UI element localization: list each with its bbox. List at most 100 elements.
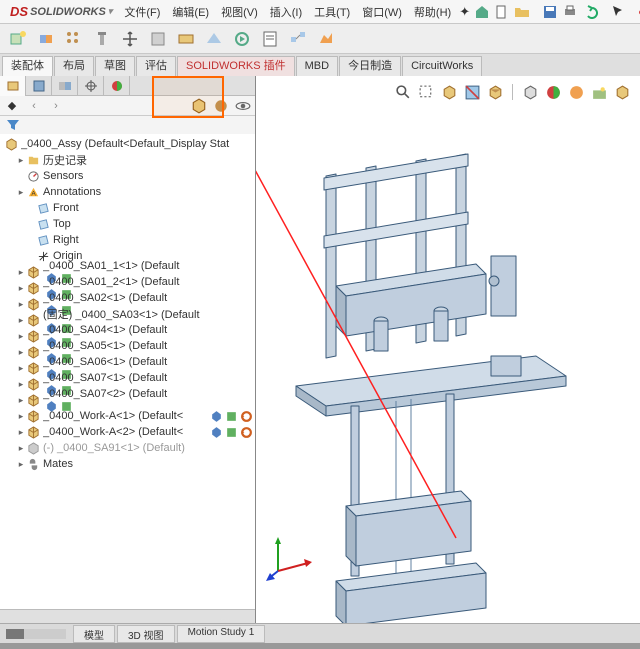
fm-back-icon[interactable]: ◆	[4, 98, 20, 114]
menu-file[interactable]: 文件(F)	[118, 1, 166, 23]
zoom-area-icon[interactable]	[416, 82, 436, 102]
tab-layout[interactable]: 布局	[54, 56, 94, 76]
expand-icon[interactable]: ▸	[16, 299, 26, 310]
trail-icon[interactable]	[210, 426, 223, 439]
mate-icon[interactable]	[34, 27, 58, 51]
fm-cube-icon[interactable]	[191, 98, 207, 114]
orientation-triad[interactable]	[266, 533, 316, 583]
tab-evaluate[interactable]: 评估	[136, 56, 176, 76]
expand-icon[interactable]: ▸	[16, 187, 26, 198]
fm-nav-right-icon[interactable]: ›	[48, 98, 64, 114]
tree-item[interactable]: Front	[4, 200, 255, 216]
plane-icon	[36, 217, 51, 231]
menu-insert[interactable]: 插入(I)	[264, 1, 308, 23]
tree-item[interactable]: Top	[4, 216, 255, 232]
expand-icon[interactable]: ▸	[16, 331, 26, 342]
view-orient-icon[interactable]	[485, 82, 505, 102]
fm-tab-property[interactable]	[26, 76, 52, 96]
expand-icon[interactable]: ▸	[16, 315, 26, 326]
fm-tab-dim[interactable]	[78, 76, 104, 96]
menu-help[interactable]: 帮助(H)	[408, 1, 457, 23]
open-icon[interactable]	[514, 3, 530, 21]
undo-icon[interactable]	[582, 3, 598, 21]
fm-cube2-icon[interactable]	[213, 98, 229, 114]
timeline-scrub[interactable]	[6, 629, 66, 639]
prev-view-icon[interactable]	[439, 82, 459, 102]
fm-tab-display[interactable]	[104, 76, 130, 96]
tree-part-item[interactable]: ▸ _0400_SA07<2> (Default	[4, 392, 255, 408]
expand-icon[interactable]: ▸	[16, 459, 26, 470]
section-icon[interactable]	[462, 82, 482, 102]
smart-fastener-icon[interactable]	[90, 27, 114, 51]
trail-icon[interactable]	[225, 426, 238, 439]
expand-icon[interactable]: ▸	[16, 427, 26, 438]
hide-show-icon[interactable]	[543, 82, 563, 102]
select-icon[interactable]	[610, 3, 626, 21]
move-icon[interactable]	[118, 27, 142, 51]
dropdown-icon[interactable]: ✦	[459, 3, 470, 21]
expand-icon[interactable]: ▸	[16, 443, 26, 454]
fm-nav-left-icon[interactable]: ‹	[26, 98, 42, 114]
expand-icon[interactable]: ▸	[16, 267, 26, 278]
trail-icon[interactable]	[210, 410, 223, 423]
expand-icon[interactable]: ▸	[16, 411, 26, 422]
trail-icon[interactable]	[240, 426, 253, 439]
zoom-fit-icon[interactable]	[393, 82, 413, 102]
menu-edit[interactable]: 编辑(E)	[166, 1, 215, 23]
tab-assembly[interactable]: 装配体	[2, 56, 53, 76]
instant3d-icon[interactable]	[314, 27, 338, 51]
feature-tree[interactable]: _0400_Assy (Default<Default_Display Stat…	[0, 134, 255, 609]
tree-item[interactable]: Sensors	[4, 168, 255, 184]
display-style-icon[interactable]	[520, 82, 540, 102]
tab-motionstudy[interactable]: Motion Study 1	[177, 625, 266, 643]
insert-component-icon[interactable]	[6, 27, 30, 51]
menu-window[interactable]: 窗口(W)	[356, 1, 408, 23]
view-settings-icon[interactable]	[612, 82, 632, 102]
scene-icon[interactable]	[589, 82, 609, 102]
print-icon[interactable]	[562, 3, 578, 21]
expand-icon[interactable]: ▸	[16, 395, 26, 406]
tab-mbd[interactable]: MBD	[296, 56, 338, 76]
tree-part-item[interactable]: ▸ _0400_Work-A<1> (Default<	[4, 408, 255, 424]
show-hidden-icon[interactable]	[146, 27, 170, 51]
save-icon[interactable]	[542, 3, 558, 21]
menu-view[interactable]: 视图(V)	[215, 1, 264, 23]
tab-today[interactable]: 今日制造	[339, 56, 401, 76]
new-icon[interactable]	[494, 3, 510, 21]
fm-tab-tree[interactable]	[0, 76, 26, 96]
tree-item[interactable]: ▸ A Annotations	[4, 184, 255, 200]
expand-icon[interactable]: ▸	[16, 155, 26, 166]
funnel-icon[interactable]	[6, 118, 20, 132]
tree-part-item[interactable]: ▸ _0400_Work-A<2> (Default<	[4, 424, 255, 440]
home-icon[interactable]	[474, 3, 490, 21]
fm-tab-config[interactable]	[52, 76, 78, 96]
tree-mates[interactable]: ▸ Mates	[4, 456, 255, 472]
tab-addins[interactable]: SOLIDWORKS 插件	[177, 56, 295, 76]
tab-3dview[interactable]: 3D 视图	[117, 625, 175, 643]
fm-eye-icon[interactable]	[235, 98, 251, 114]
trail-icon[interactable]	[240, 410, 253, 423]
horizontal-scrollbar[interactable]	[0, 609, 255, 623]
expand-icon[interactable]: ▸	[16, 363, 26, 374]
menu-tools[interactable]: 工具(T)	[308, 1, 356, 23]
exploded-icon[interactable]	[286, 27, 310, 51]
assembly-feat-icon[interactable]	[174, 27, 198, 51]
tab-model[interactable]: 模型	[73, 625, 115, 643]
appearance-icon[interactable]	[566, 82, 586, 102]
tab-sketch[interactable]: 草图	[95, 56, 135, 76]
tree-suppressed-item[interactable]: ▸ (-) _0400_SA91<1> (Default)	[4, 440, 255, 456]
new-motion-icon[interactable]	[230, 27, 254, 51]
tab-circuitworks[interactable]: CircuitWorks	[402, 56, 482, 76]
expand-icon[interactable]: ▸	[16, 283, 26, 294]
tree-root[interactable]: _0400_Assy (Default<Default_Display Stat	[4, 136, 255, 152]
chevron-down-icon[interactable]: ▾	[108, 6, 113, 17]
tree-item[interactable]: ▸ 历史记录	[4, 152, 255, 168]
ref-geom-icon[interactable]	[202, 27, 226, 51]
tree-item[interactable]: Right	[4, 232, 255, 248]
pattern-icon[interactable]	[62, 27, 86, 51]
expand-icon[interactable]: ▸	[16, 347, 26, 358]
expand-icon[interactable]: ▸	[16, 379, 26, 390]
graphics-viewport[interactable]	[256, 76, 640, 623]
trail-icon[interactable]	[225, 410, 238, 423]
bom-icon[interactable]	[258, 27, 282, 51]
